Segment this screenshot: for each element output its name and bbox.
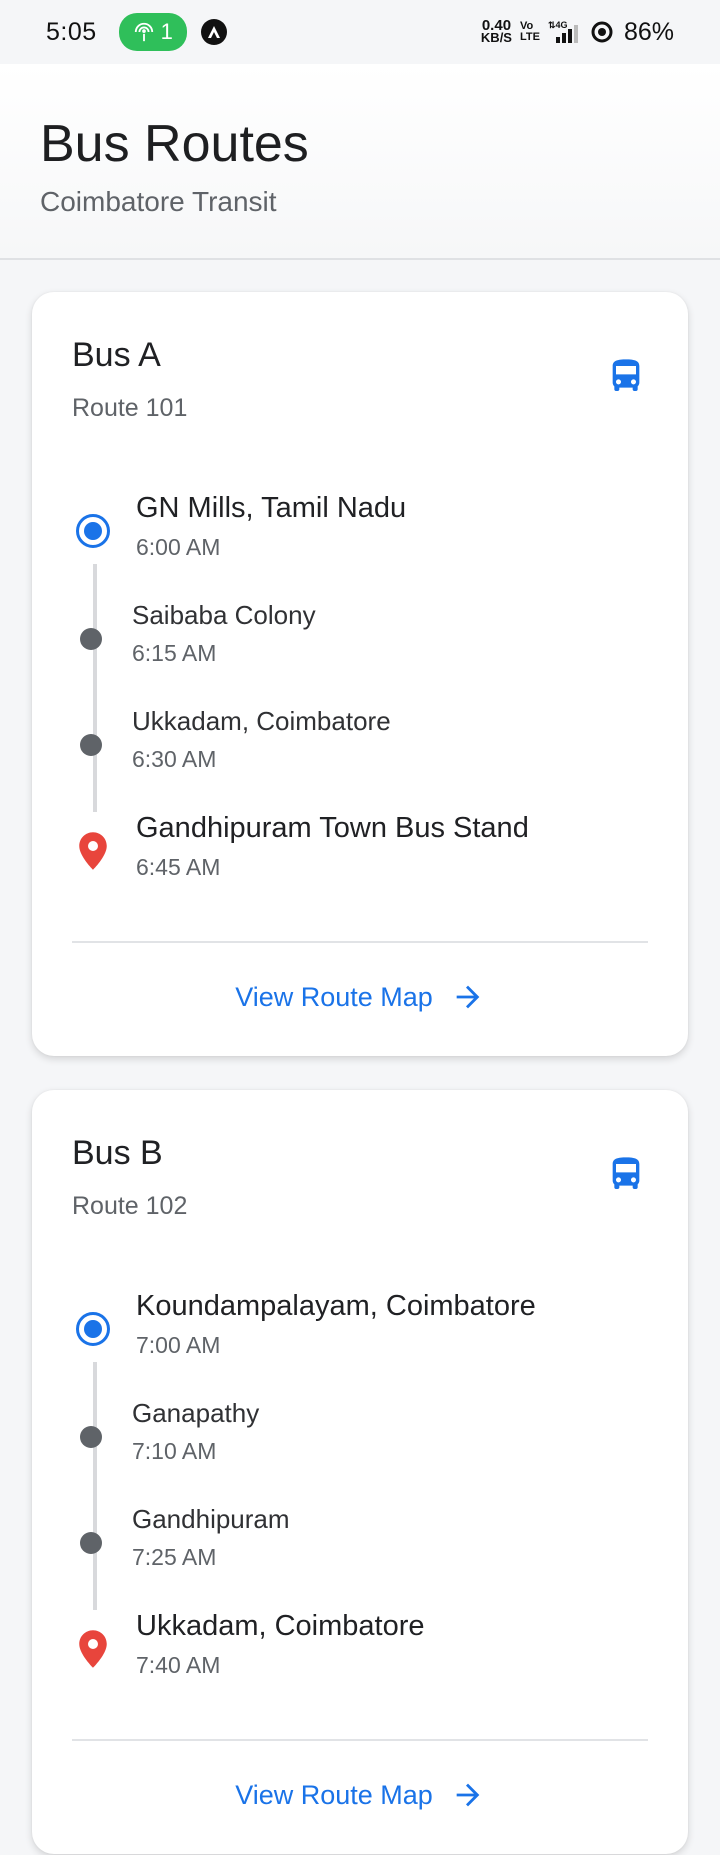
location-pin-icon — [79, 832, 107, 870]
stop-intermediate: Ukkadam, Coimbatore 6:30 AM — [32, 704, 688, 784]
card-divider — [72, 1739, 648, 1741]
net-speed: 0.40 KB/S — [480, 18, 512, 45]
stop-destination: Ukkadam, Coimbatore 7:40 AM — [32, 1610, 688, 1690]
hotspot-count: 1 — [160, 19, 173, 44]
origin-marker-icon — [76, 514, 110, 548]
stop-time: 6:30 AM — [132, 746, 217, 772]
status-right: 0.40 KB/S Vo LTE ⇅4G 86% — [481, 18, 674, 47]
net-speed-unit: KB/S — [480, 30, 512, 45]
stop-time: 6:45 AM — [136, 854, 221, 880]
page-title: Bus Routes — [40, 115, 309, 173]
stop-name: Gandhipuram — [132, 1504, 290, 1534]
stop-dot-icon — [80, 1426, 102, 1448]
stop-name: Koundampalayam, Coimbatore — [136, 1290, 536, 1322]
stop-destination: Gandhipuram Town Bus Stand 6:45 AM — [32, 812, 688, 892]
stop-name: Ukkadam, Coimbatore — [132, 706, 391, 736]
stop-intermediate: Ganapathy 7:10 AM — [32, 1396, 688, 1476]
stop-time: 7:10 AM — [132, 1438, 217, 1464]
stop-name: Gandhipuram Town Bus Stand — [136, 812, 529, 844]
bus-icon — [612, 1157, 640, 1189]
stop-time: 6:00 AM — [136, 534, 221, 560]
stop-time: 7:40 AM — [136, 1652, 221, 1678]
bus-card: Bus A Route 101 GN Mills, Tamil Nadu 6:0… — [32, 292, 688, 1056]
app-notification-icon — [200, 19, 227, 45]
arrow-right-icon — [456, 985, 480, 1009]
page-header: Bus Routes Coimbatore Transit — [0, 64, 720, 260]
hotspot-icon — [134, 22, 153, 42]
view-route-map-button[interactable]: View Route Map — [32, 969, 688, 1025]
route-number: Route 102 — [72, 1192, 188, 1220]
route-number: Route 101 — [72, 394, 188, 422]
status-bar: 5:05 1 0.40 KB/S Vo LTE ⇅4G 86% — [0, 0, 720, 64]
stop-name: Ganapathy — [132, 1398, 260, 1428]
stop-dot-icon — [80, 1532, 102, 1554]
volte-indicator: Vo LTE — [520, 21, 540, 43]
origin-marker-icon — [76, 1312, 110, 1346]
view-route-map-label: View Route Map — [235, 1779, 433, 1810]
stop-origin: Koundampalayam, Coimbatore 7:00 AM — [32, 1290, 688, 1370]
bus-icon — [612, 359, 640, 391]
location-pin-icon — [79, 1630, 107, 1668]
stop-origin: GN Mills, Tamil Nadu 6:00 AM — [32, 492, 688, 572]
ring-icon — [591, 21, 613, 43]
stop-time: 6:15 AM — [132, 640, 217, 666]
svg-text:⇅4G: ⇅4G — [548, 20, 568, 30]
bus-name: Bus B — [72, 1134, 163, 1172]
stop-dot-icon — [80, 734, 102, 756]
view-route-map-label: View Route Map — [235, 981, 433, 1012]
stop-name: Ukkadam, Coimbatore — [136, 1610, 425, 1642]
status-time: 5:05 — [46, 17, 97, 46]
view-route-map-button[interactable]: View Route Map — [32, 1767, 688, 1823]
volte-bottom: LTE — [519, 31, 540, 43]
stop-dot-icon — [80, 628, 102, 650]
card-divider — [72, 941, 648, 943]
hotspot-indicator[interactable]: 1 — [118, 13, 187, 51]
stop-name: GN Mills, Tamil Nadu — [136, 492, 407, 524]
stop-name: Saibaba Colony — [132, 600, 316, 630]
stop-intermediate: Saibaba Colony 6:15 AM — [32, 598, 688, 678]
stop-intermediate: Gandhipuram 7:25 AM — [32, 1502, 688, 1582]
page-subtitle: Coimbatore Transit — [40, 186, 277, 217]
stop-time: 7:25 AM — [132, 1544, 217, 1570]
bus-card: Bus B Route 102 Koundampalayam, Coimbato… — [32, 1090, 688, 1854]
bus-name: Bus A — [72, 336, 161, 374]
arrow-right-icon — [456, 1783, 480, 1807]
battery-percentage: 86% — [623, 17, 674, 46]
signal-icon: ⇅4G — [548, 20, 578, 43]
stop-time: 7:00 AM — [136, 1332, 221, 1358]
